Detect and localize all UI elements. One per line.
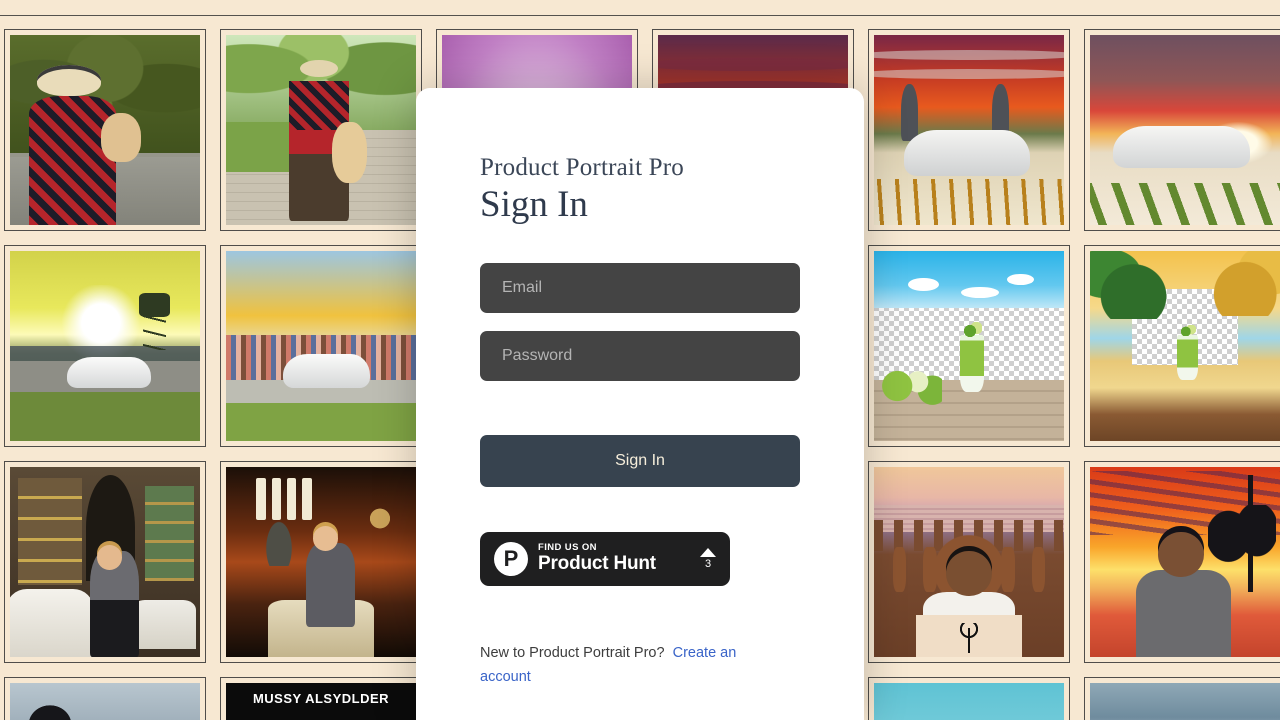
gallery-card[interactable] [4,245,206,447]
gallery-image [874,467,1064,657]
gallery-card[interactable] [220,245,422,447]
gallery-card[interactable] [1084,461,1280,663]
gallery-image [874,35,1064,225]
email-field[interactable] [480,263,800,314]
gallery-card[interactable] [868,29,1070,231]
gallery-image [1090,467,1280,657]
signup-prompt: New to Product Portrait Pro? [480,645,665,662]
gallery-image [226,467,416,657]
product-hunt-kicker: FIND US ON [538,541,597,553]
password-field[interactable] [480,331,800,382]
gallery-image [874,251,1064,441]
product-hunt-votes[interactable]: 3 [694,548,716,570]
gallery-image [1090,683,1280,720]
gallery-image [1090,35,1280,225]
gallery-card[interactable] [868,677,1070,720]
gallery-card[interactable] [220,461,422,663]
gallery-card[interactable] [1084,245,1280,447]
product-hunt-name: Product Hunt [538,553,656,575]
gallery-image [10,467,200,657]
product-hunt-badge[interactable]: P FIND US ON Product Hunt 3 [480,532,730,587]
gallery-card[interactable] [868,245,1070,447]
product-hunt-text: FIND US ON Product Hunt [538,541,694,575]
gallery-card[interactable] [4,29,206,231]
gallery-card[interactable] [4,677,206,720]
product-hunt-vote-count: 3 [704,558,712,571]
gallery-card[interactable]: MUSSY ALSYDLDERNG-CS [220,677,422,720]
product-hunt-logo-icon: P [494,542,528,577]
gallery-card[interactable] [220,29,422,231]
signin-modal: Product Portrait Pro Sign In Sign In P F… [416,88,864,720]
gallery-image [226,251,416,441]
gallery-image [10,683,200,720]
triangle-up-icon [700,548,716,558]
signup-row: New to Product Portrait Pro? Create an a… [480,642,780,690]
gallery-image [10,251,200,441]
gallery-image: MUSSY ALSYDLDERNG-CS [226,683,416,720]
gallery-card[interactable] [868,461,1070,663]
gallery-image [226,35,416,225]
gallery-image [874,683,1064,720]
gallery-image [1090,251,1280,441]
signin-button[interactable]: Sign In [480,435,800,488]
page-title: Sign In [480,183,588,225]
gallery-image [10,35,200,225]
gallery-card[interactable] [1084,29,1280,231]
brand-title: Product Portrait Pro [480,154,684,181]
top-divider [0,15,1280,16]
gallery-card[interactable] [4,461,206,663]
gallery-card[interactable] [1084,677,1280,720]
poster-title: MUSSY ALSYDLDER [252,690,390,706]
